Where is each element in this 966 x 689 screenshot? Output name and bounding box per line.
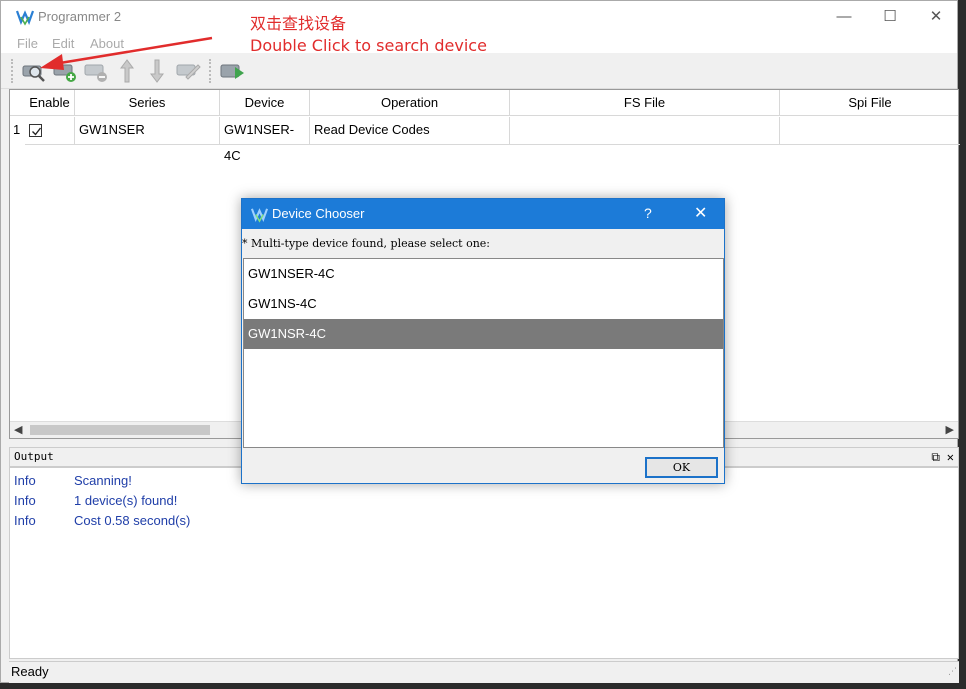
dialog-title-bar[interactable]: Device Chooser ? ✕ bbox=[242, 199, 724, 229]
minimize-button[interactable]: — bbox=[821, 1, 867, 31]
help-button[interactable]: ? bbox=[644, 205, 652, 221]
log-message: Cost 0.58 second(s) bbox=[74, 513, 191, 528]
device-option[interactable]: GW1NS-4C bbox=[244, 289, 723, 319]
log-line: Info Cost 0.58 second(s) bbox=[14, 513, 190, 528]
column-spi-file[interactable]: Spi File bbox=[780, 90, 960, 116]
status-text: Ready bbox=[11, 664, 49, 679]
column-operation[interactable]: Operation bbox=[310, 90, 510, 116]
move-up-icon bbox=[120, 59, 134, 83]
column-series[interactable]: Series bbox=[75, 90, 220, 116]
device-option[interactable]: GW1NSER-4C bbox=[244, 259, 723, 289]
column-device[interactable]: Device bbox=[220, 90, 310, 116]
checkmark-icon bbox=[32, 127, 42, 136]
remove-device-button[interactable] bbox=[82, 57, 110, 85]
log-level: Info bbox=[14, 513, 36, 528]
scan-device-icon bbox=[22, 65, 45, 82]
column-fs-file[interactable]: FS File bbox=[510, 90, 780, 116]
close-icon[interactable]: ✕ bbox=[947, 448, 954, 466]
operation-cell: Read Device Codes bbox=[310, 117, 510, 145]
log-level: Info bbox=[14, 493, 36, 508]
close-button[interactable]: ✕ bbox=[913, 1, 959, 31]
log-line: Info Scanning! bbox=[14, 473, 132, 488]
log-message: Scanning! bbox=[74, 473, 132, 488]
scroll-right-icon[interactable]: ▶ bbox=[946, 423, 954, 436]
annotation-english: Double Click to search device bbox=[250, 36, 487, 55]
dialog-title: Device Chooser bbox=[272, 206, 365, 221]
program-button[interactable] bbox=[218, 57, 246, 85]
device-chooser-dialog: Device Chooser ? ✕ * Multi-type device f… bbox=[241, 198, 725, 484]
move-up-button[interactable] bbox=[113, 57, 141, 85]
log-line: Info 1 device(s) found! bbox=[14, 493, 177, 508]
move-down-icon bbox=[150, 59, 164, 83]
window-title: Programmer 2 bbox=[38, 9, 122, 24]
device-cell: GW1NSER-4C bbox=[220, 117, 310, 163]
scan-device-button[interactable] bbox=[20, 57, 48, 85]
log-message: 1 device(s) found! bbox=[74, 493, 178, 508]
add-device-button[interactable] bbox=[51, 57, 79, 85]
restore-icon[interactable]: ⧉ bbox=[931, 448, 940, 466]
device-list[interactable]: GW1NSER-4C GW1NS-4C GW1NSR-4C bbox=[243, 258, 724, 448]
edit-button[interactable] bbox=[174, 57, 202, 85]
remove-device-icon bbox=[84, 64, 107, 82]
gowin-logo-icon bbox=[251, 208, 268, 223]
toolbar bbox=[1, 53, 957, 89]
add-device-icon bbox=[53, 64, 76, 82]
output-title: Output bbox=[14, 450, 54, 463]
resize-grip-icon[interactable]: ⋰ bbox=[948, 661, 957, 681]
column-enable[interactable]: Enable bbox=[25, 90, 75, 116]
menu-about[interactable]: About bbox=[90, 36, 124, 51]
table-header: Enable Series Device Operation FS File S… bbox=[10, 90, 958, 116]
title-bar[interactable]: Programmer 2 — ☐ ✕ bbox=[1, 1, 957, 33]
scrollbar-thumb[interactable] bbox=[30, 425, 210, 435]
log-level: Info bbox=[14, 473, 36, 488]
gowin-logo-icon bbox=[16, 10, 34, 26]
dialog-message: * Multi-type device found, please select… bbox=[242, 237, 491, 250]
ok-button[interactable]: OK bbox=[645, 457, 718, 478]
toolbar-separator bbox=[209, 59, 211, 83]
dialog-close-button[interactable]: ✕ bbox=[694, 203, 707, 223]
device-option-selected[interactable]: GW1NSR-4C bbox=[244, 319, 723, 349]
program-icon bbox=[220, 64, 244, 79]
series-cell: GW1NSER bbox=[75, 117, 220, 145]
output-log: Info Scanning! Info 1 device(s) found! Inf… bbox=[9, 467, 959, 659]
fs-file-cell bbox=[510, 117, 780, 145]
annotation-chinese: 双击查找设备 bbox=[250, 14, 347, 33]
spi-file-cell bbox=[780, 117, 960, 145]
enable-checkbox[interactable] bbox=[29, 124, 42, 137]
toolbar-grip[interactable] bbox=[11, 59, 13, 83]
move-down-button[interactable] bbox=[143, 57, 171, 85]
status-bar: Ready ⋰ bbox=[9, 661, 959, 683]
table-row[interactable]: GW1NSER GW1NSER-4C Read Device Codes bbox=[10, 117, 960, 163]
menu-edit[interactable]: Edit bbox=[52, 36, 74, 51]
scroll-left-icon[interactable]: ◀ bbox=[14, 423, 22, 436]
maximize-button[interactable]: ☐ bbox=[867, 1, 913, 31]
edit-icon bbox=[176, 64, 201, 80]
menu-file[interactable]: File bbox=[17, 36, 38, 51]
